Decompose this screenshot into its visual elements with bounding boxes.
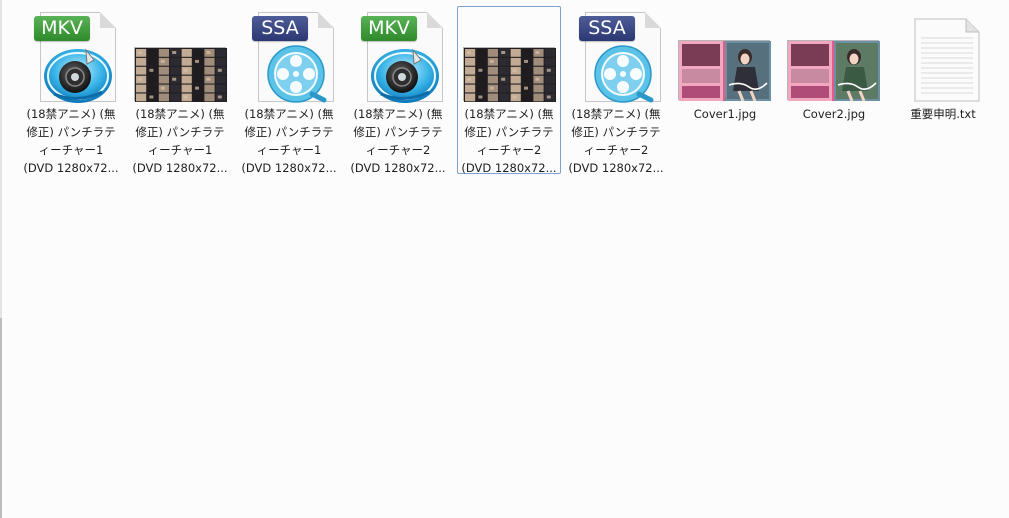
file-icon-area[interactable]: SSA bbox=[238, 10, 340, 104]
file-item[interactable]: SSA (18禁アニメ) (無 修正) パンチラテ ィーチャー1 (DVD 128… bbox=[237, 6, 341, 177]
file-name-label[interactable]: (18禁アニメ) (無 修正) パンチラテ ィーチャー1 (DVD 1280x7… bbox=[240, 105, 338, 177]
file-item[interactable]: Cover2.jpg bbox=[782, 6, 886, 174]
file-name-label[interactable]: Cover1.jpg bbox=[676, 105, 774, 123]
extension-badge: MKV bbox=[361, 16, 417, 41]
text-document-icon bbox=[878, 10, 980, 104]
file-item[interactable]: SSA (18禁アニメ) (無 修正) パンチラテ ィーチャー2 (DVD 128… bbox=[564, 6, 668, 177]
file-icon-area[interactable] bbox=[892, 10, 994, 104]
file-name-label[interactable]: (18禁アニメ) (無 修正) パンチラテ ィーチャー2 (DVD 1280x7… bbox=[460, 105, 558, 177]
file-icon-area[interactable] bbox=[783, 10, 885, 104]
file-name-label[interactable]: 重要申明.txt bbox=[894, 105, 992, 123]
ssa-file-icon: SSA bbox=[579, 12, 661, 103]
file-icon-area[interactable] bbox=[129, 10, 231, 104]
video-thumbnail-image bbox=[134, 47, 227, 102]
file-icon-area[interactable]: SSA bbox=[565, 10, 667, 104]
mkv-file-icon: MKV bbox=[34, 12, 116, 103]
video-thumbnail-image bbox=[463, 47, 556, 102]
file-icon-area[interactable] bbox=[458, 10, 560, 104]
file-item[interactable]: MKV (18禁アニメ) (無 修正) パンチラテ ィーチャー1 (DVD 128… bbox=[19, 6, 123, 177]
extension-badge: SSA bbox=[252, 16, 308, 41]
file-item[interactable]: (18禁アニメ) (無 修正) パンチラテ ィーチャー2 (DVD 1280x7… bbox=[457, 6, 561, 177]
cover-image bbox=[787, 40, 880, 102]
file-name-label[interactable]: (18禁アニメ) (無 修正) パンチラテ ィーチャー2 (DVD 1280x7… bbox=[567, 105, 665, 177]
extension-badge: MKV bbox=[34, 16, 90, 41]
extension-badge: SSA bbox=[579, 16, 635, 41]
ssa-file-icon: SSA bbox=[252, 12, 334, 103]
file-item[interactable]: (18禁アニメ) (無 修正) パンチラテ ィーチャー1 (DVD 1280x7… bbox=[128, 6, 232, 177]
file-icon-area[interactable]: MKV bbox=[20, 10, 122, 104]
mkv-file-icon: MKV bbox=[361, 12, 443, 103]
file-item[interactable]: Cover1.jpg bbox=[673, 6, 777, 174]
file-name-label[interactable]: (18禁アニメ) (無 修正) パンチラテ ィーチャー1 (DVD 1280x7… bbox=[22, 105, 120, 177]
file-icon-area[interactable]: MKV bbox=[347, 10, 449, 104]
file-item[interactable]: 重要申明.txt bbox=[891, 6, 995, 174]
file-name-label[interactable]: (18禁アニメ) (無 修正) パンチラテ ィーチャー2 (DVD 1280x7… bbox=[349, 105, 447, 177]
file-item[interactable]: MKV (18禁アニメ) (無 修正) パンチラテ ィーチャー2 (DVD 128… bbox=[346, 6, 450, 177]
file-name-label[interactable]: (18禁アニメ) (無 修正) パンチラテ ィーチャー1 (DVD 1280x7… bbox=[131, 105, 229, 177]
file-name-label[interactable]: Cover2.jpg bbox=[785, 105, 883, 123]
file-view[interactable]: MKV (18禁アニメ) (無 修正) パンチラテ ィーチャー1 (DVD 128… bbox=[0, 0, 1009, 517]
file-icon-area[interactable] bbox=[674, 10, 776, 104]
cover-image bbox=[678, 40, 771, 102]
